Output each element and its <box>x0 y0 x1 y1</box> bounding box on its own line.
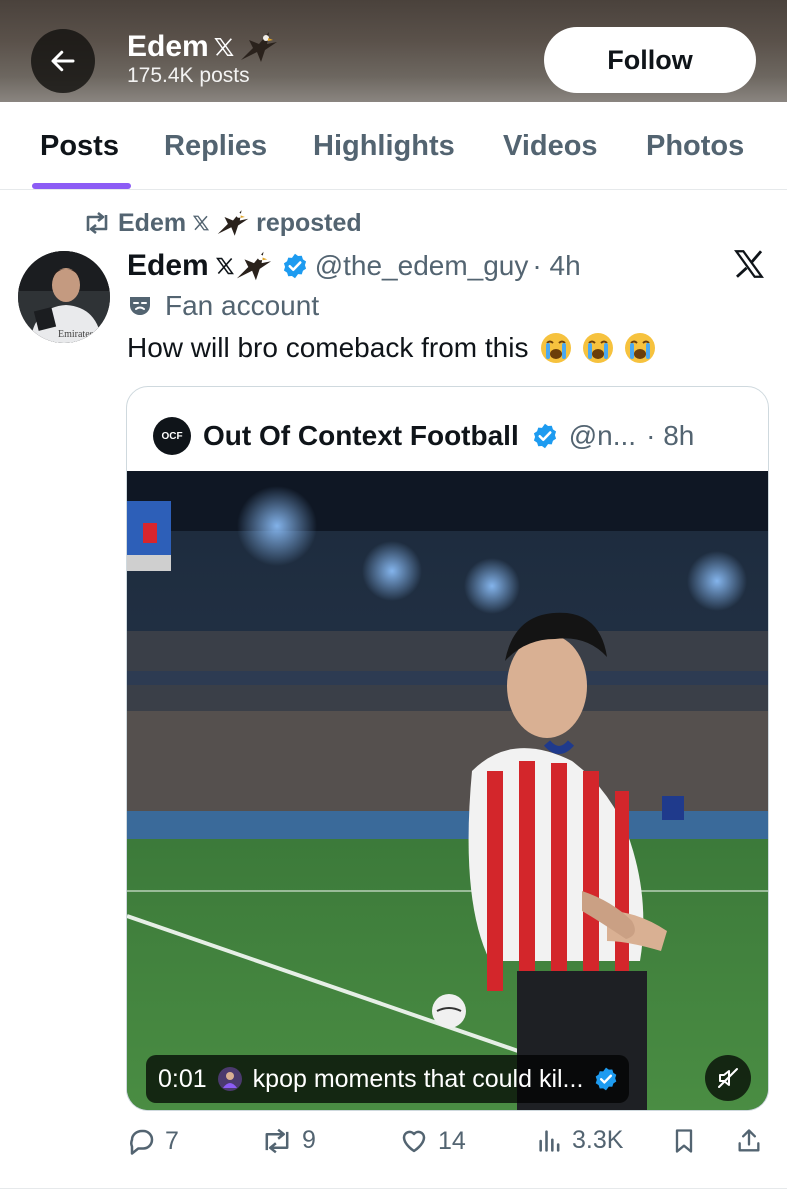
tab-highlights[interactable]: Highlights <box>313 130 455 163</box>
mute-button[interactable] <box>705 1055 751 1101</box>
mute-icon <box>718 1068 738 1088</box>
eagle-emoji-icon <box>236 251 271 281</box>
quoted-avatar[interactable]: OCF <box>153 417 191 455</box>
repost-indicator[interactable]: Edem reposted <box>82 205 362 241</box>
author-row: Edem @the_edem_guy · 4h <box>127 248 581 284</box>
back-arrow-icon <box>51 50 75 72</box>
back-button[interactable] <box>31 29 95 93</box>
like-button[interactable]: 14 <box>398 1126 466 1156</box>
header-title: Edem <box>127 30 279 64</box>
divider <box>0 1188 787 1189</box>
video-frame <box>127 471 768 1110</box>
x-logo-icon <box>214 38 234 56</box>
loudly-crying-face-icon <box>541 333 572 363</box>
x-logo-icon <box>215 257 234 275</box>
header-name: Edem <box>127 30 209 63</box>
repost-button[interactable]: 9 <box>260 1126 316 1155</box>
quoted-author-name[interactable]: Out Of Context Football <box>203 420 519 452</box>
avatar-image: Emirates <box>18 251 110 343</box>
bookmark-icon <box>675 1129 693 1153</box>
theater-mask-icon <box>130 297 150 315</box>
repost-icon <box>86 211 108 235</box>
author-handle[interactable]: @the_edem_guy <box>315 250 529 282</box>
tab-videos[interactable]: Videos <box>503 130 598 163</box>
repost-count: 9 <box>302 1126 316 1154</box>
verified-badge-icon <box>596 1067 617 1091</box>
tab-photos[interactable]: Photos <box>646 130 744 163</box>
post-body: How will bro comeback from this <box>127 332 529 363</box>
video-player[interactable]: 0:01 kpop moments that could kil... <box>127 471 768 1110</box>
verified-badge-icon <box>283 253 306 279</box>
eagle-emoji-icon <box>217 210 249 236</box>
like-count: 14 <box>438 1126 466 1155</box>
share-icon <box>738 1129 760 1152</box>
quoted-author-handle[interactable]: @n... <box>569 420 636 452</box>
svg-text:Emirates: Emirates <box>58 329 94 340</box>
tab-posts[interactable]: Posts <box>40 130 119 163</box>
repost-icon <box>265 1128 289 1153</box>
eagle-emoji-icon <box>240 32 277 62</box>
active-tab-indicator <box>32 183 131 189</box>
views-count: 3.3K <box>572 1126 624 1154</box>
x-logo-icon <box>193 215 210 231</box>
tab-replies[interactable]: Replies <box>164 130 267 163</box>
views-icon <box>539 1129 560 1152</box>
fan-account-label: Fan account <box>127 290 319 322</box>
profile-tabs: Posts Replies Highlights Videos Photos <box>0 102 787 190</box>
share-button[interactable] <box>735 1126 763 1156</box>
reply-count: 7 <box>165 1126 179 1155</box>
post-source-x-logo <box>731 247 767 286</box>
views-button[interactable]: 3.3K <box>536 1126 623 1155</box>
posts-count: 175.4K posts <box>127 64 250 87</box>
post-actions: 7 9 14 3.3K <box>0 1120 787 1170</box>
quoted-post[interactable]: OCF Out Of Context Football @n... · 8h 0… <box>126 386 769 1111</box>
like-icon <box>402 1130 426 1153</box>
profile-header: Edem 175.4K posts Follow <box>0 0 787 102</box>
video-caption[interactable]: kpop moments that could kil... <box>253 1065 584 1094</box>
repost-suffix: reposted <box>256 208 362 237</box>
source-avatar-icon <box>217 1067 242 1091</box>
author-name[interactable]: Edem <box>127 249 209 283</box>
fan-account-text: Fan account <box>165 290 320 321</box>
loudly-crying-face-icon <box>625 333 656 363</box>
reply-icon <box>130 1129 154 1155</box>
repost-user: Edem <box>118 208 187 237</box>
loudly-crying-face-icon <box>583 333 614 363</box>
quoted-post-time: · 8h <box>646 420 695 451</box>
follow-button[interactable]: Follow <box>544 27 756 93</box>
x-logo-icon <box>734 250 764 278</box>
verified-badge-icon <box>533 423 556 449</box>
post-time: · 4h <box>532 250 581 281</box>
bookmark-button[interactable] <box>670 1126 698 1156</box>
post-text: How will bro comeback from this <box>127 332 656 364</box>
video-time: 0:01 <box>158 1064 207 1093</box>
reply-button[interactable]: 7 <box>127 1126 179 1156</box>
avatar[interactable]: Emirates <box>18 251 110 343</box>
video-info-bar: 0:01 kpop moments that could kil... <box>146 1055 630 1103</box>
quoted-post-header: OCF Out Of Context Football @n... · 8h <box>153 417 694 455</box>
